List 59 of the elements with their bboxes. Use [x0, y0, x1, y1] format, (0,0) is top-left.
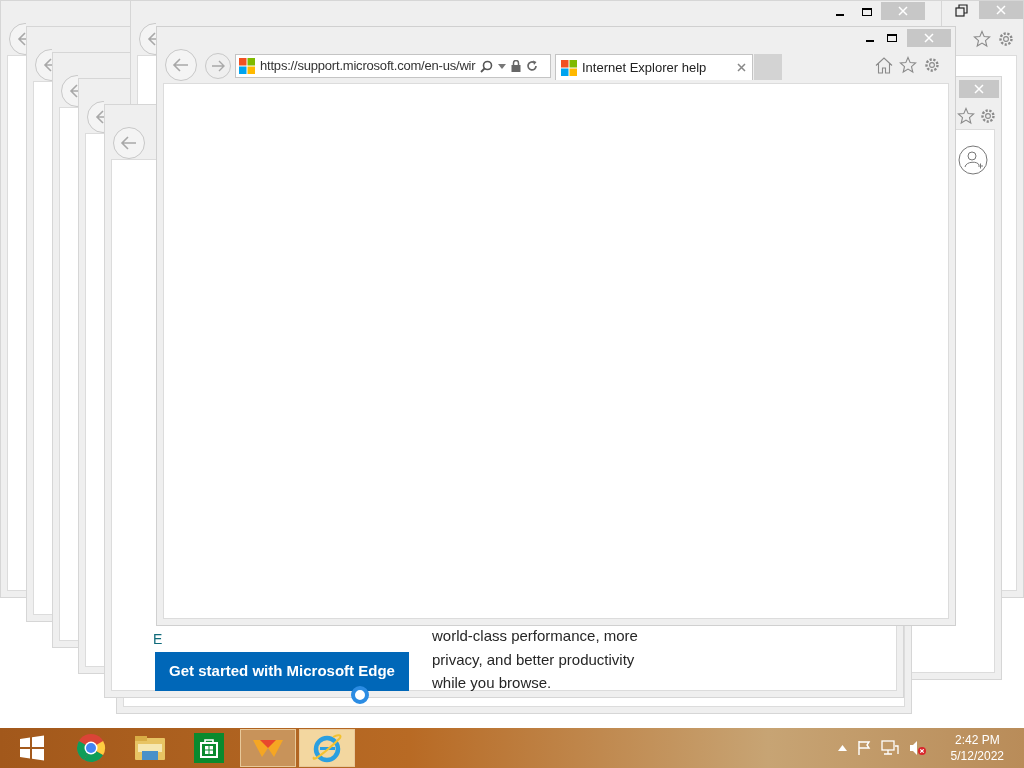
favorites-icon[interactable] — [899, 56, 917, 74]
dropdown-caret-icon[interactable] — [498, 63, 507, 69]
back-arrow-icon — [147, 32, 156, 46]
search-icon[interactable] — [480, 59, 494, 73]
settings-icon[interactable] — [979, 107, 997, 125]
clock-time: 2:42 PM — [954, 732, 1000, 748]
favorites-icon[interactable] — [973, 30, 991, 48]
close-icon — [996, 5, 1006, 15]
windows-logo-icon — [561, 59, 577, 76]
restore-icon[interactable] — [955, 4, 969, 18]
muted-speaker-icon[interactable] — [908, 740, 927, 756]
close-icon — [974, 84, 984, 94]
add-person-icon[interactable] — [958, 145, 988, 175]
close-button[interactable] — [907, 29, 951, 47]
clock-date: 5/12/2022 — [950, 748, 1004, 764]
back-button[interactable] — [9, 23, 26, 55]
address-bar[interactable]: https://support.microsoft.com/en-us/wir — [235, 54, 551, 78]
back-button[interactable] — [139, 23, 156, 55]
internet-explorer-icon — [311, 733, 343, 763]
back-button[interactable] — [113, 127, 145, 159]
back-arrow-icon — [43, 58, 52, 72]
link-text[interactable]: E — [153, 631, 163, 647]
back-arrow-icon — [172, 58, 190, 72]
network-icon[interactable] — [880, 740, 899, 756]
folder-icon — [134, 734, 166, 762]
url-text: https://support.microsoft.com/en-us/wir — [260, 57, 476, 76]
back-button[interactable] — [165, 49, 197, 81]
lock-icon[interactable] — [511, 60, 522, 72]
back-arrow-icon — [95, 110, 104, 124]
home-icon[interactable] — [875, 57, 893, 74]
flag-icon[interactable] — [856, 740, 871, 756]
windows-start-icon — [19, 735, 45, 761]
chrome-icon — [76, 733, 106, 763]
close-button[interactable] — [979, 1, 1023, 19]
refresh-icon[interactable] — [526, 60, 539, 72]
browser-tab[interactable]: Internet Explorer help — [555, 54, 753, 80]
back-button[interactable] — [87, 101, 104, 133]
description-text: world-class performance, more privacy, and better productivity while you browse. — [432, 626, 639, 693]
favorites-icon[interactable] — [957, 107, 975, 125]
store-icon — [194, 733, 224, 763]
w-logo-icon — [252, 737, 284, 759]
back-button[interactable] — [61, 75, 78, 107]
back-arrow-icon — [69, 84, 78, 98]
close-button[interactable] — [959, 80, 999, 98]
back-arrow-icon — [17, 32, 26, 46]
show-hidden-icons-caret[interactable] — [837, 745, 847, 751]
tab-title: Internet Explorer help — [582, 58, 708, 77]
get-started-button[interactable]: Get started with Microsoft Edge — [155, 652, 409, 691]
windows-logo-icon — [239, 58, 255, 74]
taskbar-button[interactable] — [240, 729, 296, 767]
back-arrow-icon — [120, 136, 138, 150]
forward-arrow-icon — [211, 60, 225, 72]
close-tab-icon[interactable] — [737, 63, 746, 72]
close-icon — [924, 33, 934, 43]
settings-icon[interactable] — [923, 56, 941, 74]
back-button[interactable] — [35, 49, 52, 81]
settings-icon[interactable] — [997, 30, 1015, 48]
close-button[interactable] — [881, 2, 925, 20]
close-icon — [898, 6, 908, 16]
